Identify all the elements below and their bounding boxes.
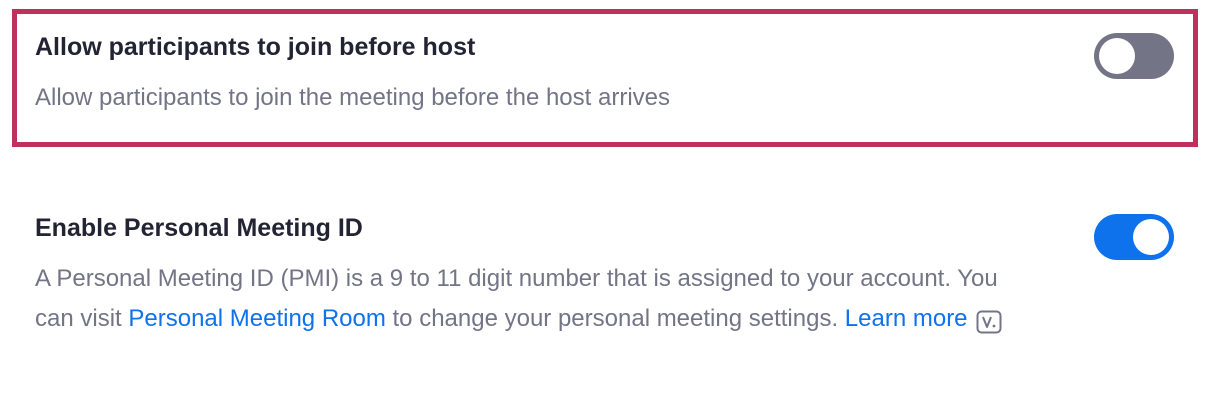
setting-description: Allow participants to join the meeting b… <box>35 84 671 111</box>
settings-page: Allow participants to join before host A… <box>0 0 1208 420</box>
toggle-knob <box>1133 219 1169 255</box>
setting-join-before-host: Allow participants to join before host A… <box>35 32 670 118</box>
learn-more-link[interactable]: Learn more <box>845 305 968 332</box>
personal-meeting-id-toggle[interactable] <box>1094 214 1174 260</box>
video-icon[interactable] <box>976 307 1002 347</box>
setting-personal-meeting-id: Enable Personal Meeting ID A Personal Me… <box>35 213 1035 347</box>
setting-title: Allow participants to join before host <box>35 33 476 61</box>
personal-meeting-room-link[interactable]: Personal Meeting Room <box>128 305 385 332</box>
description-text-part2: to change your personal meeting settings… <box>385 305 845 332</box>
setting-description: A Personal Meeting ID (PMI) is a 9 to 11… <box>35 259 1035 347</box>
join-before-host-toggle[interactable] <box>1094 33 1174 79</box>
setting-title: Enable Personal Meeting ID <box>35 214 363 242</box>
toggle-knob <box>1099 38 1135 74</box>
